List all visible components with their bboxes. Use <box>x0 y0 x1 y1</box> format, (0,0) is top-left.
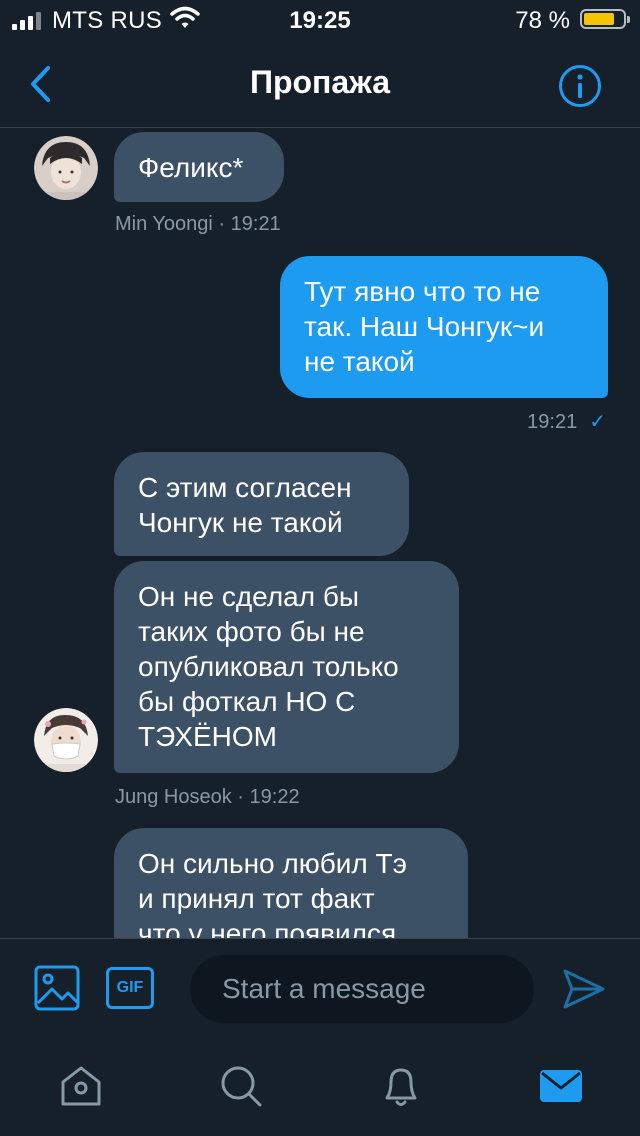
message-line: опубликовал только <box>138 651 399 682</box>
conversation-header: Пропажа <box>0 40 640 128</box>
send-icon[interactable] <box>562 967 606 1011</box>
read-check-icon: ✓ <box>589 411 606 433</box>
message-line: С этим согласен <box>138 472 352 503</box>
message-line: бы фоткал НО С <box>138 686 356 717</box>
message-bubble[interactable]: Он не сделал бы таких фото бы не опублик… <box>114 561 459 773</box>
home-icon[interactable] <box>57 1062 105 1110</box>
message-meta: 19:21 ✓ <box>527 409 606 434</box>
gif-button[interactable]: GIF <box>106 967 154 1009</box>
notifications-icon[interactable] <box>377 1062 425 1110</box>
message-line: Чонгук не такой <box>138 507 343 538</box>
message-line: таких фото бы не <box>138 616 365 647</box>
search-icon[interactable] <box>217 1062 265 1110</box>
message-input[interactable]: Start a message <box>190 955 534 1023</box>
message-meta: Min Yoongi · 19:21 <box>115 213 281 235</box>
message-line: не такой <box>304 346 415 377</box>
avatar-jung-hoseok[interactable] <box>34 708 98 772</box>
message-bubble[interactable]: С этим согласен Чонгук не такой <box>114 452 409 556</box>
message-time: 19:21 <box>527 411 578 433</box>
message-line: так. Наш Чонгук~и <box>304 311 545 342</box>
status-bar: MTS RUS 19:25 78 % <box>0 0 640 40</box>
message-bubble[interactable]: Феликс* <box>114 132 284 202</box>
messages-icon[interactable] <box>537 1062 585 1110</box>
battery-icon <box>580 9 630 29</box>
message-meta: Jung Hoseok · 19:22 <box>115 786 300 808</box>
message-composer: GIF Start a message <box>0 938 640 1042</box>
image-icon[interactable] <box>34 965 80 1011</box>
info-icon[interactable] <box>558 64 602 108</box>
tab-bar <box>0 1042 640 1136</box>
message-line: Он не сделал бы <box>138 581 360 612</box>
message-line: Феликс* <box>138 152 244 183</box>
message-line: ТЭХЁНОМ <box>138 721 277 752</box>
avatar-min-yoongi[interactable] <box>34 136 98 200</box>
battery-percentage: 78 % <box>515 7 570 34</box>
message-line: Он сильно любил Тэ <box>138 848 407 879</box>
conversation-title: Пропажа <box>249 64 391 100</box>
message-line: и принял тот факт <box>138 883 375 914</box>
message-line: Тут явно что то не <box>304 276 541 307</box>
message-bubble-outgoing[interactable]: Тут явно что то не так. Наш Чонгук~и не … <box>280 256 608 398</box>
